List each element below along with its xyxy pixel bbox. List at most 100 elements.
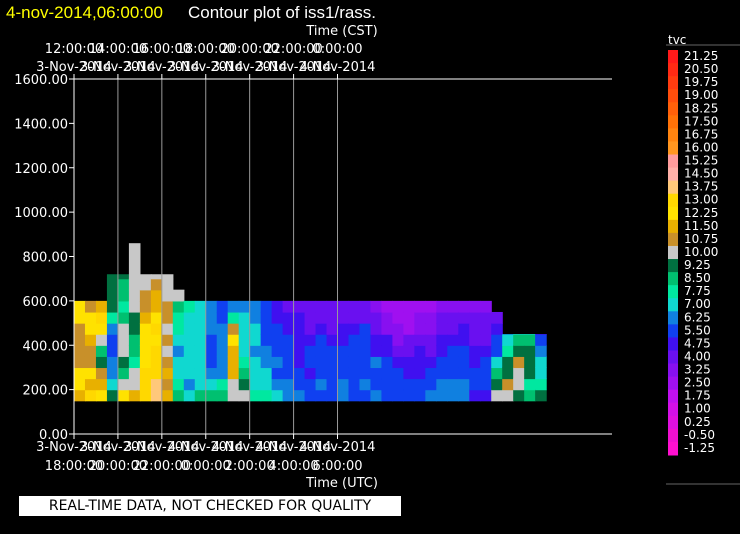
- y-tick-label: 1600.00: [14, 73, 68, 88]
- colorbar-swatch: [668, 154, 678, 169]
- contour-cell: [74, 367, 86, 380]
- colorbar-swatch: [668, 259, 678, 273]
- contour-cell: [535, 334, 547, 346]
- contour-cell: [84, 356, 97, 369]
- contour-cell: [128, 356, 141, 369]
- contour-cell: [326, 389, 339, 402]
- y-tick-label: 1400.00: [14, 117, 68, 132]
- contour-cell: [359, 389, 372, 402]
- contour-cell: [74, 345, 86, 357]
- contour-cell: [95, 300, 108, 313]
- contour-cell: [458, 356, 470, 369]
- contour-cell: [304, 389, 317, 402]
- contour-cell: [282, 334, 295, 346]
- contour-cell: [315, 345, 328, 357]
- contour-cell: [381, 334, 394, 346]
- contour-cell: [227, 323, 240, 335]
- contour-cell: [271, 323, 284, 335]
- plot-timestamp: 4-nov-2014,06:00:00: [6, 3, 163, 22]
- colorbar-level-label: 19.00: [684, 88, 718, 102]
- contour-cell: [172, 289, 185, 302]
- contour-cell: [469, 323, 481, 335]
- contour-cell: [205, 345, 218, 357]
- contour-cell: [326, 356, 339, 369]
- colorbar-swatch: [668, 441, 678, 456]
- contour-cell: [491, 356, 503, 369]
- contour-cell: [194, 311, 207, 324]
- contour-cell: [436, 334, 448, 346]
- contour-cell: [282, 389, 295, 402]
- contour-cell: [271, 367, 284, 380]
- contour-cell: [381, 300, 394, 313]
- contour-cell: [392, 389, 404, 402]
- contour-cell: [524, 367, 536, 380]
- colorbar-swatch: [668, 50, 678, 64]
- colorbar-swatch: [668, 141, 678, 156]
- colorbar-swatch: [668, 428, 678, 443]
- colorbar-swatch: [668, 376, 678, 391]
- contour-cell: [513, 334, 525, 335]
- contour-cell: [205, 311, 218, 324]
- contour-cell: [381, 311, 394, 324]
- contour-cell: [480, 311, 492, 324]
- contour-cell: [293, 345, 306, 357]
- contour-cell: [194, 356, 207, 369]
- contour-cell: [139, 289, 152, 302]
- contour-cell: [205, 300, 218, 313]
- contour-cell: [161, 323, 174, 335]
- contour-cell: [315, 389, 328, 402]
- colorbar-level-label: 4.00: [684, 349, 711, 363]
- colorbar-swatch: [668, 206, 678, 221]
- colorbar-level-label: 1.75: [684, 389, 711, 403]
- colorbar-swatch: [668, 76, 678, 90]
- contour-cell: [480, 334, 492, 346]
- colorbar-level-label: 16.75: [684, 127, 718, 141]
- contour-cell: [447, 300, 459, 313]
- contour-cell: [260, 334, 273, 346]
- contour-cell: [238, 311, 251, 324]
- contour-cell: [403, 367, 415, 380]
- contour-cell: [271, 356, 284, 369]
- contour-cell: [469, 300, 481, 313]
- contour-cell: [216, 367, 229, 380]
- contour-cell: [139, 367, 152, 380]
- contour-cell: [392, 345, 404, 357]
- contour-cell: [139, 334, 152, 346]
- y-tick-label: 1200.00: [14, 162, 68, 177]
- contour-cell: [84, 345, 97, 357]
- contour-cell: [183, 311, 196, 324]
- contour-cell: [535, 367, 547, 380]
- contour-cell: [74, 378, 86, 391]
- contour-cell: [249, 389, 262, 402]
- contour-cell: [106, 323, 119, 335]
- contour-cell: [326, 378, 339, 391]
- colorbar-level-label: 7.00: [684, 297, 711, 311]
- contour-cell: [425, 334, 437, 346]
- colorbar-swatch: [668, 272, 678, 286]
- colorbar-swatch: [668, 324, 678, 338]
- contour-cell: [381, 378, 394, 391]
- contour-cell: [491, 323, 503, 335]
- colorbar-swatch: [668, 337, 678, 351]
- contour-cell: [436, 311, 448, 324]
- contour-cell: [117, 289, 130, 302]
- colorbar-level-label: 19.75: [684, 75, 718, 89]
- contour-cell: [117, 389, 130, 402]
- contour-cell: [458, 345, 470, 357]
- colorbar-swatch: [668, 128, 678, 142]
- contour-cell: [524, 334, 536, 335]
- contour-cell: [271, 311, 284, 324]
- contour-cell: [84, 300, 97, 313]
- contour-cell: [216, 334, 229, 346]
- contour-cell: [447, 389, 459, 402]
- contour-cell: [139, 278, 152, 291]
- contour-cell: [436, 367, 448, 380]
- contour-cell: [359, 356, 372, 369]
- y-tick-label: 200.00: [23, 384, 69, 399]
- contour-cell: [95, 323, 108, 335]
- contour-cell: [227, 311, 240, 324]
- contour-cell: [304, 356, 317, 369]
- contour-cell: [227, 367, 240, 380]
- contour-cell: [293, 334, 306, 346]
- contour-cell: [403, 311, 415, 324]
